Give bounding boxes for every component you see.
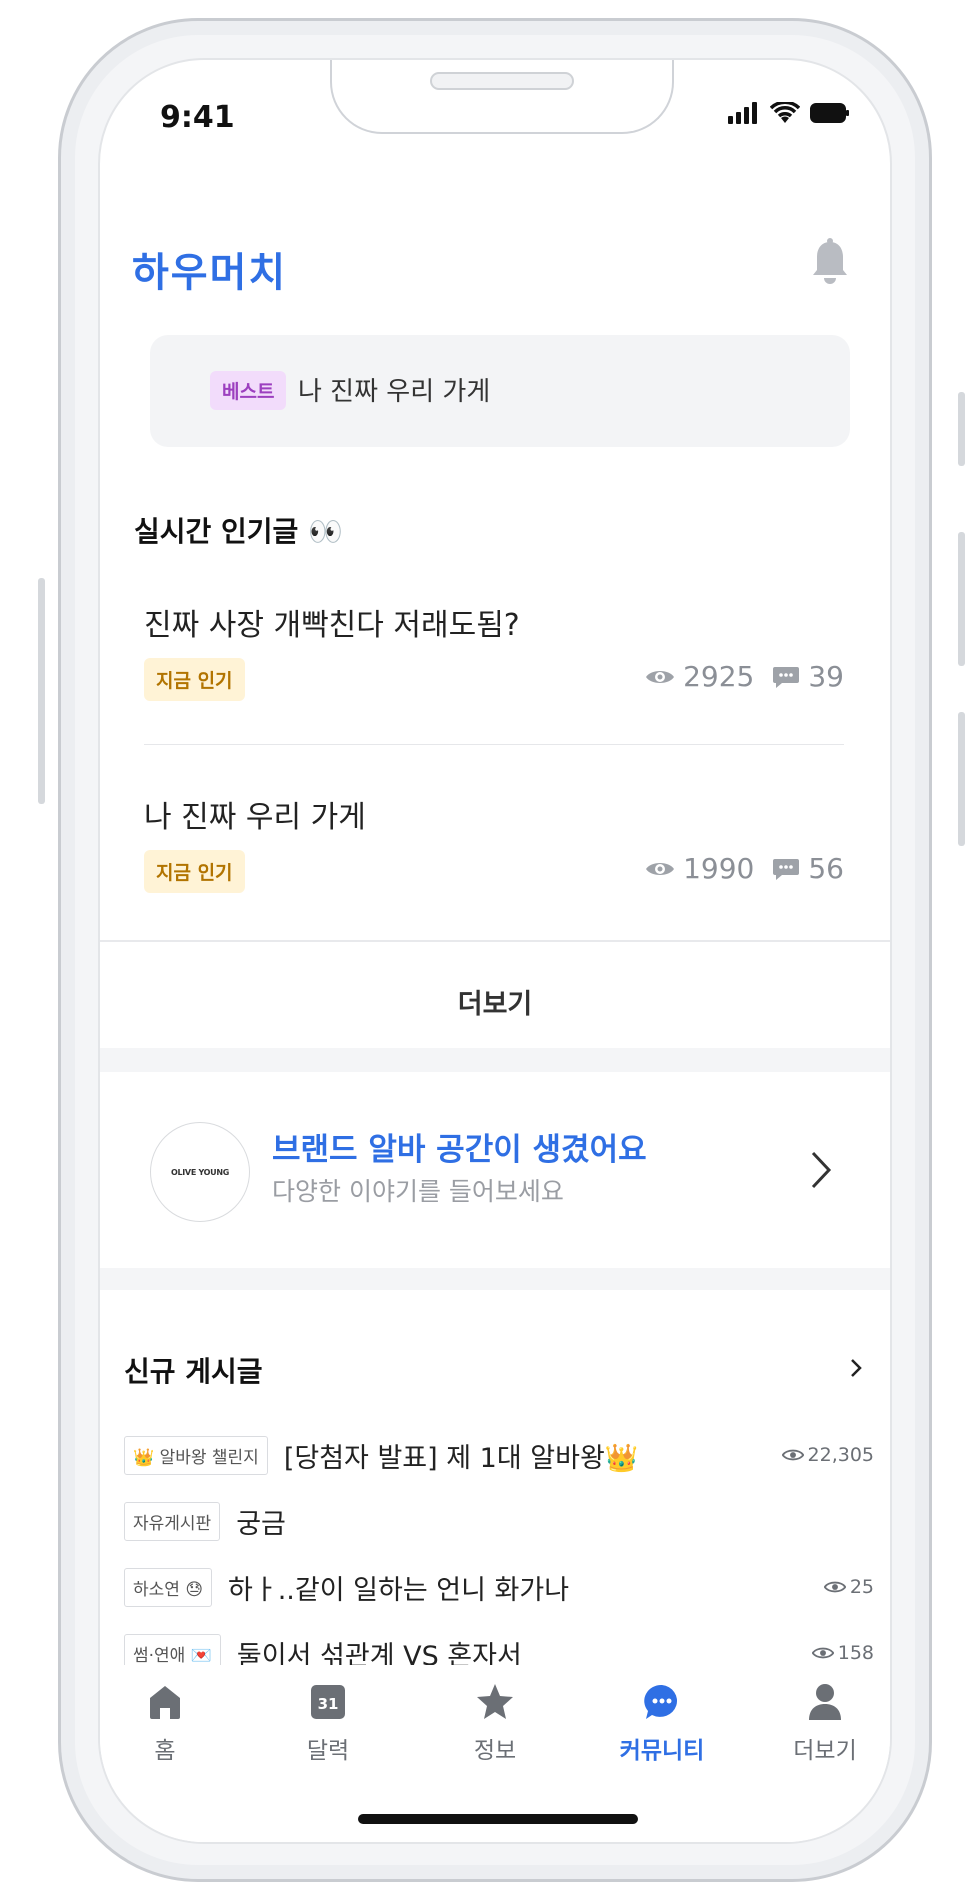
eye-icon: [781, 1449, 804, 1461]
list-item[interactable]: 👑 알바왕 챌린지 [당첨자 발표] 제 1대 알바왕👑 22,305: [124, 1434, 874, 1476]
view-count: 1990: [683, 852, 755, 885]
post-title: 나 진짜 우리 가게: [144, 800, 366, 835]
brand-title: 브랜드 알바 공간이 생겼어요: [272, 1132, 647, 1168]
tab-calendar[interactable]: 31 달력: [268, 1679, 388, 1765]
post-title: 궁금: [236, 1508, 286, 1540]
section-gap: [100, 1268, 890, 1290]
speaker: [430, 72, 574, 90]
popular-post[interactable]: 나 진짜 우리 가게 지금 인기 1990 56: [144, 792, 844, 902]
brand-logo: OLIVE YOUNG: [150, 1122, 250, 1222]
post-title: 하ㅏ..같이 일하는 언니 화가나: [228, 1574, 570, 1606]
popular-post[interactable]: 진짜 사장 개빡친다 저래도됨? 지금 인기 2925 39: [144, 600, 844, 710]
post-views: 25: [823, 1576, 874, 1598]
comment-count: 39: [808, 660, 844, 693]
app-screen: 9:41 하우머치 베스트 나 진짜 우리 가게 실시간 인기글 👀 진짜 사장…: [98, 58, 892, 1844]
section-gap: [100, 1048, 890, 1072]
tab-label: 더보기: [793, 1738, 857, 1764]
post-metrics: 2925 39: [645, 660, 844, 693]
comment-icon: [773, 858, 800, 880]
eye-icon: [811, 1647, 834, 1659]
app-title: 하우머치: [132, 250, 288, 296]
chevron-right-icon: [811, 1151, 832, 1189]
view-count: 158: [837, 1642, 874, 1664]
view-count: 22,305: [807, 1444, 874, 1466]
wifi-icon: [770, 102, 800, 123]
more-button[interactable]: 더보기: [100, 982, 890, 1021]
phone-side-button: [38, 578, 45, 804]
status-icons: [728, 102, 850, 124]
tab-community[interactable]: 커뮤니티: [602, 1679, 722, 1765]
post-divider: [144, 744, 844, 745]
bell-icon[interactable]: [810, 238, 850, 286]
phone-side-button: [958, 392, 965, 466]
banner-text: 나 진짜 우리 가게: [298, 377, 491, 407]
category-tag: 하소연 😓: [124, 1567, 213, 1607]
list-item[interactable]: 자유게시판 궁금: [124, 1500, 874, 1542]
star-icon: [477, 1684, 513, 1719]
eye-icon: [823, 1581, 846, 1593]
post-metrics: 1990 56: [645, 852, 844, 885]
post-views: 158: [811, 1642, 874, 1664]
brand-subtitle: 다양한 이야기를 들어보세요: [272, 1177, 564, 1206]
signal-icon: [728, 102, 757, 124]
home-icon: [150, 1686, 180, 1719]
new-posts-title: 신규 게시글: [124, 1355, 263, 1388]
tab-label: 달력: [306, 1738, 350, 1764]
best-badge: 베스트: [210, 371, 287, 410]
home-indicator: [358, 1814, 638, 1824]
hot-tag: 지금 인기: [144, 850, 245, 893]
best-banner[interactable]: 베스트 나 진짜 우리 가게: [150, 335, 850, 447]
chevron-right-icon[interactable]: [850, 1358, 862, 1378]
tab-label: 정보: [473, 1738, 517, 1764]
tab-label: 커뮤니티: [619, 1738, 705, 1764]
category-tag: 자유게시판: [124, 1501, 221, 1541]
post-title: [당첨자 발표] 제 1대 알바왕👑: [283, 1442, 639, 1474]
view-count: 2925: [683, 660, 755, 693]
tab-label: 홈: [154, 1738, 176, 1764]
eye-icon: [646, 670, 675, 683]
popular-section-title: 실시간 인기글 👀: [134, 515, 343, 548]
phone-side-button: [958, 532, 965, 666]
status-time: 9:41: [160, 100, 235, 135]
eye-icon: [646, 862, 675, 875]
tab-info[interactable]: 정보: [435, 1679, 555, 1765]
chat-icon: [644, 1684, 678, 1719]
comment-icon: [773, 666, 800, 688]
person-icon: [809, 1684, 841, 1720]
phone-side-button: [958, 712, 965, 846]
section-divider: [100, 940, 890, 942]
list-item[interactable]: 하소연 😓 하ㅏ..같이 일하는 언니 화가나 25: [124, 1566, 874, 1608]
category-tag: 👑 알바왕 챌린지: [124, 1435, 268, 1475]
post-views: 22,305: [781, 1444, 874, 1466]
hot-tag: 지금 인기: [144, 658, 245, 701]
calendar-icon: 31: [311, 1685, 345, 1719]
notch: [330, 60, 674, 134]
view-count: 25: [849, 1576, 874, 1598]
post-title: 진짜 사장 개빡친다 저래도됨?: [144, 608, 520, 643]
battery-icon: [810, 103, 849, 123]
comment-count: 56: [808, 852, 844, 885]
tab-more[interactable]: 더보기: [765, 1679, 885, 1765]
tab-home[interactable]: 홈: [105, 1679, 225, 1765]
